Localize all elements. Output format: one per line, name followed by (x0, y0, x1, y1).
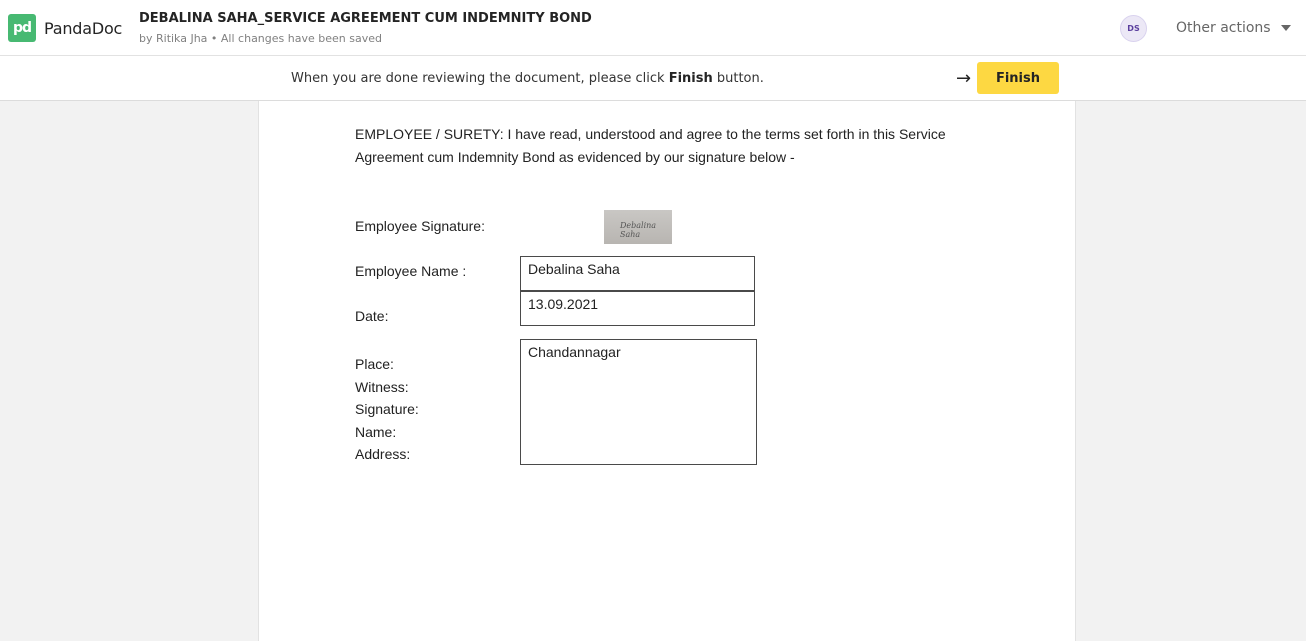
signature-text: Debalina Saha (620, 221, 657, 239)
other-actions-menu[interactable]: Other actions (1176, 20, 1291, 36)
date-field[interactable]: 13.09.2021 (520, 291, 755, 326)
arrow-right-icon: → (956, 68, 972, 89)
place-field[interactable]: Chandannagar (520, 339, 757, 465)
employee-signature-image[interactable]: Debalina Saha (604, 210, 672, 244)
place-witness-labels: Place: Witness: Signature: Name: Address… (355, 353, 419, 466)
employee-name-label: Employee Name : (355, 263, 467, 279)
other-actions-label: Other actions (1176, 20, 1271, 36)
witness-name-label: Name: (355, 423, 397, 440)
agreement-paragraph: EMPLOYEE / SURETY: I have read, understo… (355, 126, 946, 165)
document-title: DEBALINA SAHA_SERVICE AGREEMENT CUM INDE… (139, 11, 592, 26)
pandadoc-logo-icon: pd (8, 14, 36, 42)
banner-message-prefix: When you are done reviewing the document… (291, 71, 669, 86)
caret-down-icon (1280, 25, 1291, 31)
date-label: Date: (355, 308, 389, 324)
witness-label: Witness: (355, 378, 409, 395)
pandadoc-logo[interactable]: pd PandaDoc (8, 14, 122, 42)
place-label: Place: (355, 356, 394, 372)
employee-name-field[interactable]: Debalina Saha (520, 256, 755, 291)
banner-message-suffix: button. (712, 71, 764, 86)
document-page: EMPLOYEE / SURETY: I have read, understo… (258, 101, 1076, 641)
finish-button[interactable]: Finish (977, 62, 1059, 94)
review-banner: When you are done reviewing the document… (0, 56, 1306, 101)
top-header: pd PandaDoc DEBALINA SAHA_SERVICE AGREEM… (0, 0, 1306, 56)
app-name: PandaDoc (44, 18, 123, 38)
employee-signature-label: Employee Signature: (355, 218, 485, 234)
witness-address-label: Address: (355, 446, 411, 462)
user-avatar[interactable]: DS (1120, 15, 1147, 42)
document-subtitle: by Ritika Jha • All changes have been sa… (139, 32, 382, 45)
banner-message: When you are done reviewing the document… (291, 71, 764, 86)
witness-signature-label: Signature: (355, 401, 419, 417)
banner-message-bold: Finish (668, 71, 713, 86)
